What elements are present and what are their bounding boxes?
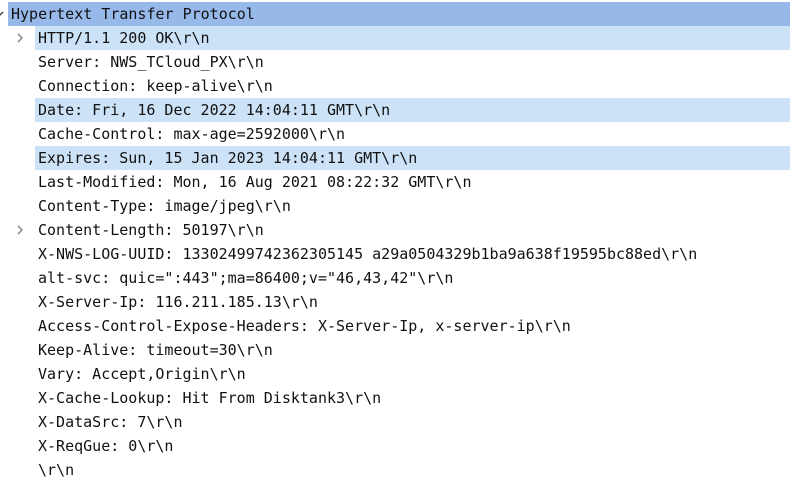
tree-field-row[interactable]: Cache-Control: max-age=2592000\r\n <box>0 122 790 146</box>
field-text: alt-svc: quic=":443";ma=86400;v="46,43,4… <box>38 269 454 287</box>
field-text: Connection: keep-alive\r\n <box>38 77 273 95</box>
row-background <box>35 458 790 482</box>
tree-field-row[interactable]: HTTP/1.1 200 OK\r\n <box>0 26 790 50</box>
tree-field-row[interactable]: X-DataSrc: 7\r\n <box>0 410 790 434</box>
field-text: X-NWS-LOG-UUID: 13302499742362305145 a29… <box>38 245 698 263</box>
caret-expanded-icon[interactable] <box>0 2 6 26</box>
caret-collapsed-icon[interactable] <box>15 26 27 50</box>
field-text: Last-Modified: Mon, 16 Aug 2021 08:22:32… <box>38 173 472 191</box>
field-text: Date: Fri, 16 Dec 2022 14:04:11 GMT\r\n <box>38 101 391 119</box>
field-text: Expires: Sun, 15 Jan 2023 14:04:11 GMT\r… <box>38 149 418 167</box>
tree-root-http[interactable]: Hypertext Transfer Protocol <box>0 2 790 26</box>
tree-field-row[interactable]: Connection: keep-alive\r\n <box>0 74 790 98</box>
field-text: Vary: Accept,Origin\r\n <box>38 365 246 383</box>
tree-field-row[interactable]: Server: NWS_TCloud_PX\r\n <box>0 50 790 74</box>
tree-field-row[interactable]: Keep-Alive: timeout=30\r\n <box>0 338 790 362</box>
field-text: Keep-Alive: timeout=30\r\n <box>38 341 273 359</box>
caret-collapsed-icon[interactable] <box>15 218 27 242</box>
field-text: Content-Type: image/jpeg\r\n <box>38 197 291 215</box>
tree-field-row[interactable]: X-Server-Ip: 116.211.185.13\r\n <box>0 290 790 314</box>
field-text: HTTP/1.1 200 OK\r\n <box>38 29 210 47</box>
tree-field-row[interactable]: Content-Type: image/jpeg\r\n <box>0 194 790 218</box>
tree-field-row[interactable]: Last-Modified: Mon, 16 Aug 2021 08:22:32… <box>0 170 790 194</box>
tree-field-row[interactable]: Content-Length: 50197\r\n <box>0 218 790 242</box>
tree-field-row[interactable]: Vary: Accept,Origin\r\n <box>0 362 790 386</box>
tree-field-row[interactable]: X-ReqGue: 0\r\n <box>0 434 790 458</box>
tree-field-row[interactable]: Access-Control-Expose-Headers: X-Server-… <box>0 314 790 338</box>
tree-field-row[interactable]: Date: Fri, 16 Dec 2022 14:04:11 GMT\r\n <box>0 98 790 122</box>
field-text: X-DataSrc: 7\r\n <box>38 413 183 431</box>
field-text: X-ReqGue: 0\r\n <box>38 437 174 455</box>
field-text: Server: NWS_TCloud_PX\r\n <box>38 53 264 71</box>
tree-field-row[interactable]: Expires: Sun, 15 Jan 2023 14:04:11 GMT\r… <box>0 146 790 170</box>
tree-field-row[interactable]: \r\n <box>0 458 790 482</box>
field-text: Access-Control-Expose-Headers: X-Server-… <box>38 317 571 335</box>
field-text: X-Server-Ip: 116.211.185.13\r\n <box>38 293 318 311</box>
tree-field-row[interactable]: alt-svc: quic=":443";ma=86400;v="46,43,4… <box>0 266 790 290</box>
tree-field-row[interactable]: X-NWS-LOG-UUID: 13302499742362305145 a29… <box>0 242 790 266</box>
packet-details-tree: Hypertext Transfer Protocol HTTP/1.1 200… <box>0 2 790 482</box>
tree-field-row[interactable]: X-Cache-Lookup: Hit From Disktank3\r\n <box>0 386 790 410</box>
tree-root-label: Hypertext Transfer Protocol <box>11 5 255 23</box>
field-text: Content-Length: 50197\r\n <box>38 221 264 239</box>
field-text: Cache-Control: max-age=2592000\r\n <box>38 125 346 143</box>
field-text: X-Cache-Lookup: Hit From Disktank3\r\n <box>38 389 382 407</box>
header-field-list: HTTP/1.1 200 OK\r\n Server: NWS_TCloud_PX… <box>0 26 790 482</box>
field-text: \r\n <box>38 461 75 479</box>
